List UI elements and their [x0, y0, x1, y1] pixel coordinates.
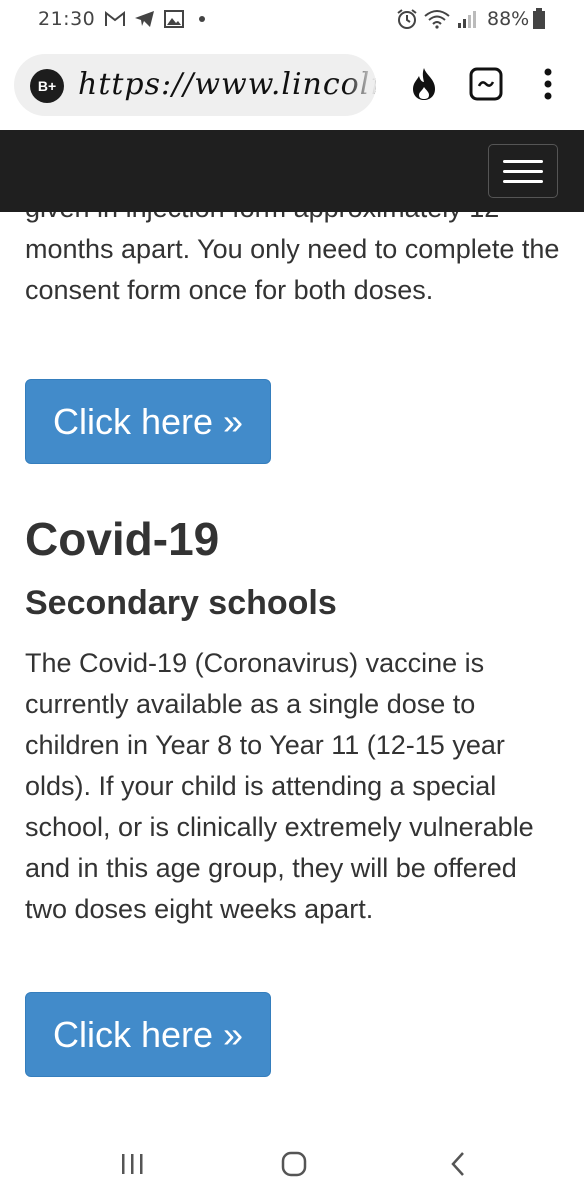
- page-content: given in injection form approximately 12…: [0, 212, 584, 1130]
- address-bar[interactable]: B+ https://www.lincolnshire: [14, 54, 376, 116]
- telegram-icon: [134, 6, 156, 32]
- back-icon[interactable]: [436, 1144, 480, 1184]
- menu-bar: [503, 169, 543, 173]
- more-vert-icon[interactable]: [528, 64, 568, 104]
- intro-paragraph: given in injection form approximately 12…: [25, 212, 560, 305]
- tab-switcher-icon[interactable]: [466, 64, 506, 104]
- home-icon[interactable]: [272, 1144, 316, 1184]
- dot-icon: [198, 6, 206, 32]
- wifi-icon: [424, 6, 450, 32]
- click-here-button[interactable]: Click here »: [25, 379, 271, 464]
- click-here-button[interactable]: Click here »: [25, 992, 271, 1077]
- menu-bar: [503, 159, 543, 163]
- url-fade: [346, 54, 376, 116]
- covid-paragraph: The Covid-19 (Coronavirus) vaccine is cu…: [25, 648, 534, 924]
- gallery-icon: [164, 6, 184, 32]
- section-heading: Covid-19: [25, 513, 220, 565]
- subheading: Secondary schools: [25, 584, 337, 622]
- url-text[interactable]: https://www.lincolnshire: [78, 67, 376, 102]
- battery-icon: [532, 6, 546, 32]
- battery-percent: 88%: [487, 8, 530, 30]
- gmail-icon: [104, 6, 126, 32]
- recent-apps-icon[interactable]: [110, 1144, 154, 1184]
- system-nav-bar: [0, 1130, 584, 1200]
- alarm-icon: [396, 6, 418, 32]
- site-navbar: [0, 130, 584, 212]
- status-time: 21:30: [38, 8, 96, 30]
- signal-icon: [456, 6, 478, 32]
- status-bar: 21:30 88%: [0, 0, 584, 42]
- fire-icon[interactable]: [404, 64, 444, 104]
- site-badge-icon[interactable]: B+: [30, 69, 64, 103]
- hamburger-menu-button[interactable]: [488, 144, 558, 198]
- browser-toolbar: B+ https://www.lincolnshire: [0, 42, 584, 130]
- menu-bar: [503, 179, 543, 183]
